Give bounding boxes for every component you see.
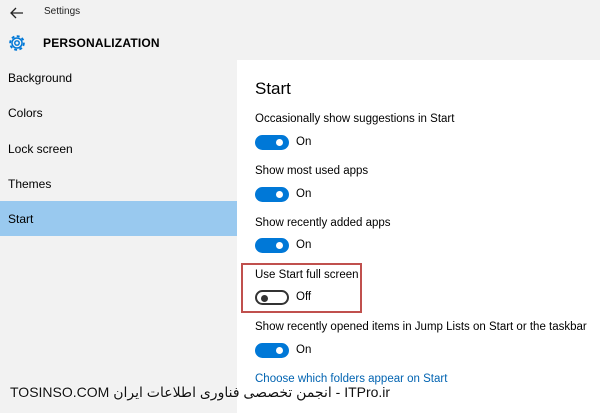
toggle-knob [276, 191, 283, 198]
toggle-knob [276, 242, 283, 249]
most-used-toggle[interactable] [255, 187, 289, 202]
sidebar-item-colors[interactable]: Colors [0, 95, 237, 130]
toggle-knob [276, 139, 283, 146]
full-screen-toggle[interactable] [255, 290, 289, 305]
title-bar: Settings [0, 0, 600, 26]
toggle-state: On [296, 136, 312, 148]
toggle-state: Off [296, 291, 312, 303]
setting-label-jump-lists: Show recently opened items in Jump Lists… [255, 321, 587, 333]
sidebar-item-start[interactable]: Start [0, 201, 237, 236]
sidebar-item-lock-screen[interactable]: Lock screen [0, 131, 237, 166]
toggle-state: On [296, 239, 312, 251]
setting-label-suggestions: Occasionally show suggestions in Start [255, 113, 455, 125]
suggestions-toggle[interactable] [255, 135, 289, 150]
setting-label-most-used: Show most used apps [255, 165, 369, 177]
sidebar-item-label: Start [8, 211, 34, 226]
setting-label-recently-added: Show recently added apps [255, 217, 391, 229]
section-title: PERSONALIZATION [43, 36, 160, 50]
sidebar-item-themes[interactable]: Themes [0, 166, 237, 201]
back-button[interactable] [0, 0, 34, 26]
toggle-state: On [296, 188, 312, 200]
watermark: TOSINSO.COM انجمن تخصصی فناوری اطلاعات ا… [10, 384, 391, 400]
sidebar: Background Colors Lock screen Themes Sta… [0, 60, 237, 413]
jump-lists-toggle[interactable] [255, 343, 289, 358]
sidebar-item-label: Lock screen [8, 141, 73, 156]
gear-icon [9, 35, 25, 51]
sidebar-item-label: Themes [8, 176, 52, 191]
page-header: PERSONALIZATION [0, 26, 600, 60]
sidebar-item-label: Background [8, 70, 73, 85]
toggle-state: On [296, 344, 312, 356]
window-title: Settings [44, 6, 81, 17]
page-title: Start [255, 79, 291, 98]
toggle-knob [276, 347, 283, 354]
toggle-knob [261, 294, 268, 302]
main-content: Start Occasionally show suggestions in S… [237, 60, 600, 413]
back-arrow-icon [10, 7, 23, 19]
setting-label-full-screen: Use Start full screen [255, 269, 359, 281]
sidebar-item-background[interactable]: Background [0, 60, 237, 95]
sidebar-item-label: Colors [8, 105, 43, 120]
recently-added-toggle[interactable] [255, 238, 289, 253]
